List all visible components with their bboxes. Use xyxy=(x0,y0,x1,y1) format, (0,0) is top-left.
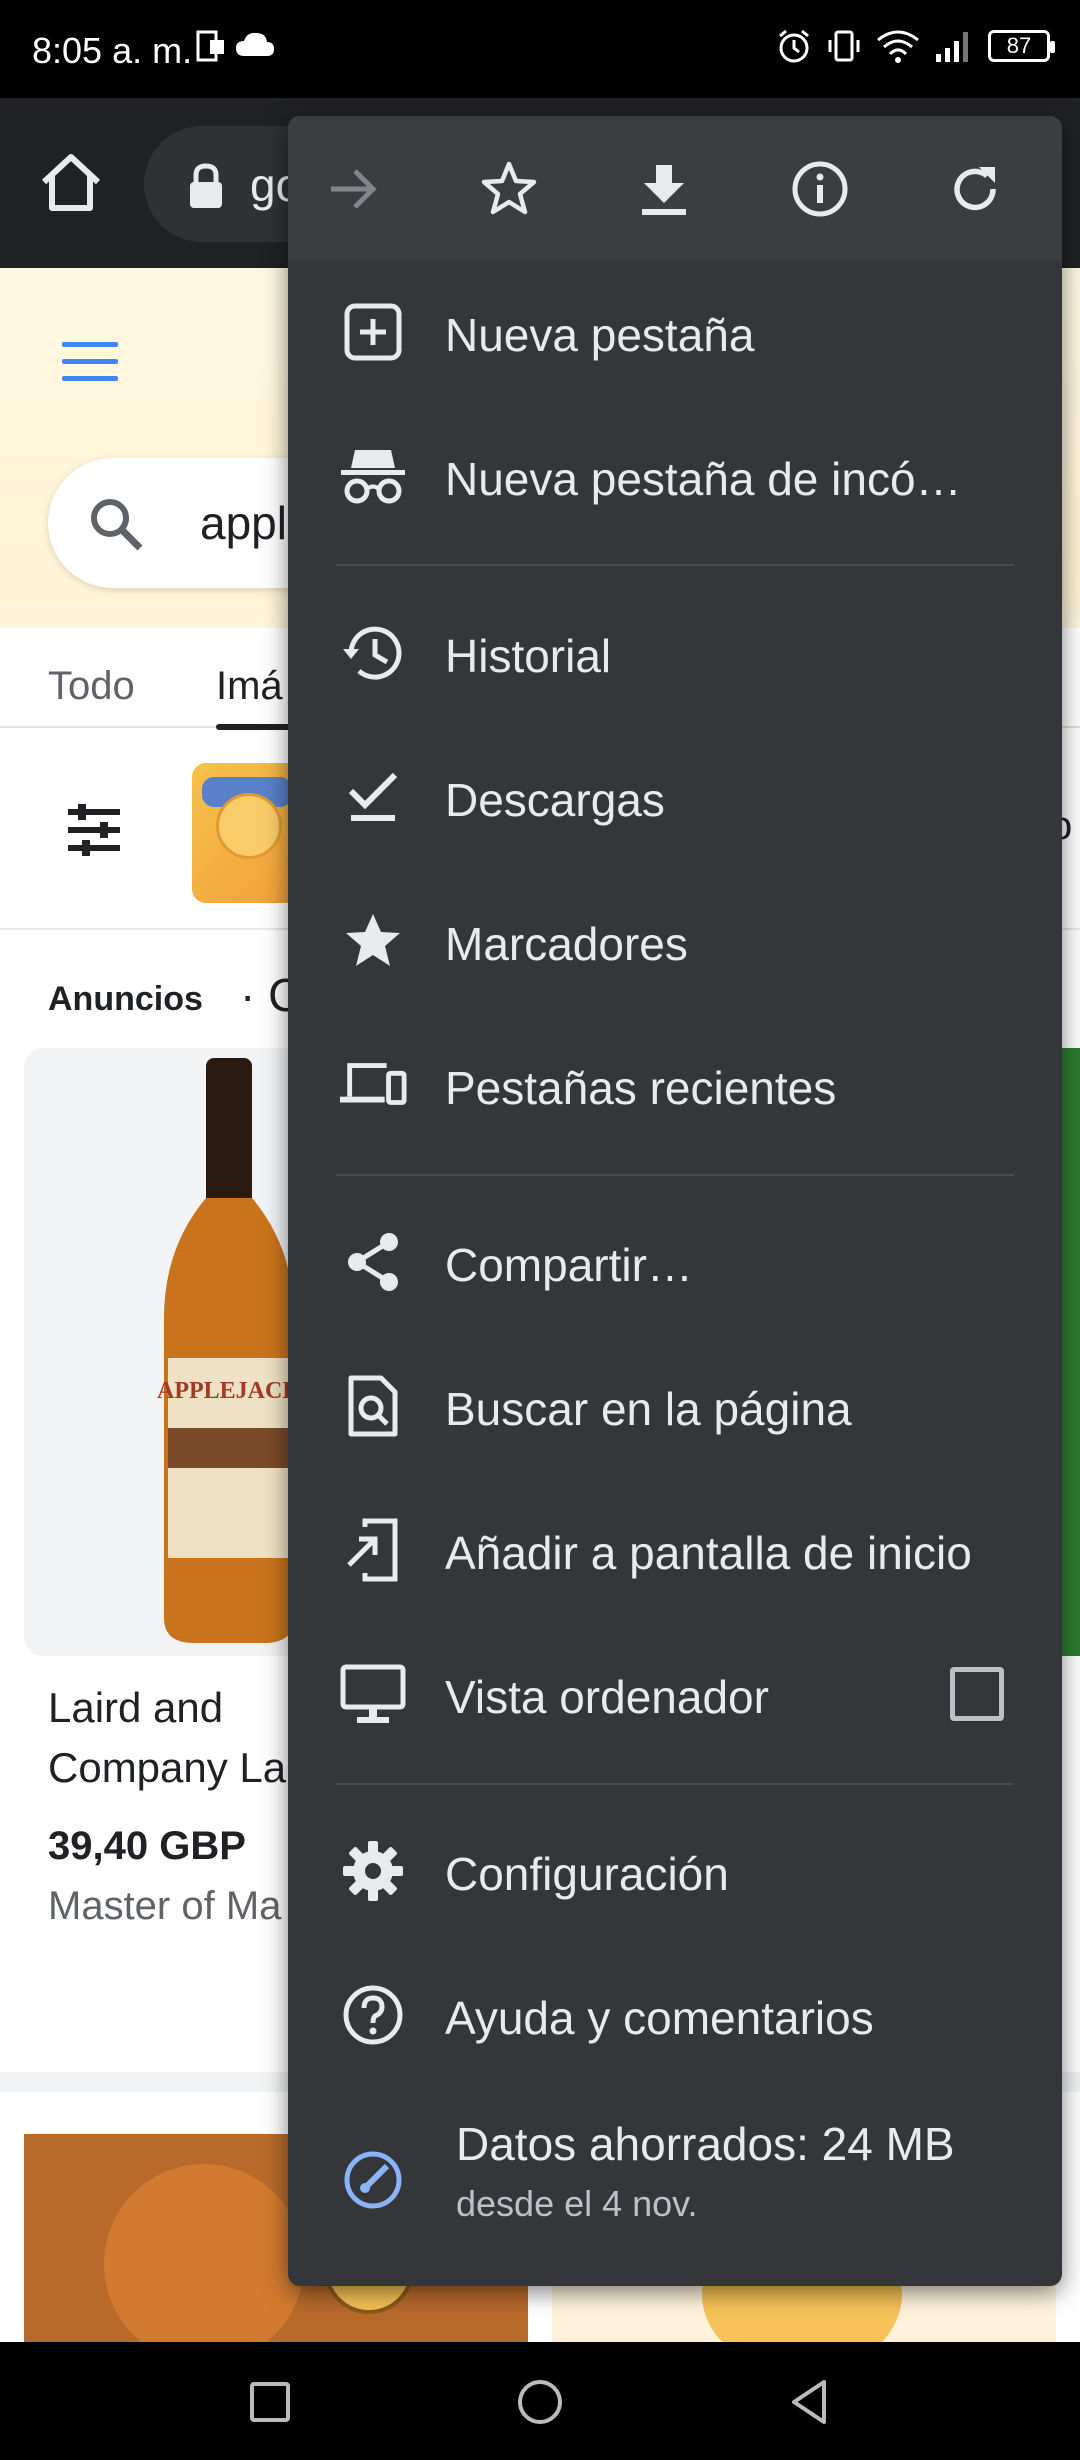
product-name[interactable]: Laird and Company La xyxy=(48,1678,328,1798)
bookmarks-icon xyxy=(338,906,408,976)
bottle-image: APPLEJACK xyxy=(157,1058,301,1643)
add-to-home-icon xyxy=(338,1515,408,1585)
search-icon xyxy=(91,499,143,551)
overflow-menu: Nueva pestaña Nueva pestaña de incó… His… xyxy=(288,116,1062,2286)
search-query-text: appl xyxy=(200,497,287,549)
menu-item-label: Pestañas recientes xyxy=(445,1062,837,1114)
menu-divider xyxy=(336,1783,1014,1785)
product-store: Master of Ma xyxy=(48,1884,282,1928)
page-info-button[interactable] xyxy=(785,154,855,224)
menu-item-data-saver[interactable]: Datos ahorrados: 24 MB desde el 4 nov. xyxy=(288,2087,1062,2257)
menu-divider xyxy=(336,1174,1014,1176)
wifi-icon xyxy=(877,30,919,63)
ads-label: Anuncios xyxy=(48,980,203,1018)
download-icon xyxy=(642,165,686,215)
tab-images[interactable]: Imá xyxy=(216,664,283,709)
menu-item-settings[interactable]: Configuración xyxy=(288,1799,1062,1943)
menu-item-label: Configuración xyxy=(445,1848,729,1900)
new-tab-icon xyxy=(338,297,408,367)
settings-icon xyxy=(338,1836,408,1906)
lock-icon xyxy=(190,163,222,208)
cloud-icon xyxy=(236,32,274,56)
menu-hamburger-icon[interactable] xyxy=(62,342,118,386)
product-image-card[interactable]: APPLEJACK xyxy=(24,1048,304,1656)
menu-item-new-tab[interactable]: Nueva pestaña xyxy=(288,260,1062,404)
menu-item-desktop-site[interactable]: Vista ordenador xyxy=(288,1622,1062,1766)
menu-item-bookmarks[interactable]: Marcadores xyxy=(288,869,1062,1013)
info-icon xyxy=(792,161,848,217)
menu-item-label: Nueva pestaña xyxy=(445,309,755,361)
help-icon xyxy=(338,1980,408,2050)
downloads-icon xyxy=(338,762,408,832)
menu-item-label: Vista ordenador xyxy=(445,1671,769,1723)
menu-action-row xyxy=(288,116,1062,260)
menu-item-help[interactable]: Ayuda y comentarios xyxy=(288,1943,1062,2087)
speedometer-icon xyxy=(338,2145,408,2215)
share-icon xyxy=(338,1227,408,1297)
status-time: 8:05 a. m. xyxy=(32,30,193,71)
back-icon[interactable] xyxy=(780,2372,840,2432)
home-nav-icon[interactable] xyxy=(510,2372,570,2432)
menu-item-label: Compartir… xyxy=(445,1239,693,1291)
battery-indicator: 87 xyxy=(988,30,1055,62)
status-right-icons: 87 xyxy=(776,28,1055,64)
menu-item-recent-tabs[interactable]: Pestañas recientes xyxy=(288,1013,1062,1157)
menu-item-label: Nueva pestaña de incó… xyxy=(445,453,962,505)
menu-item-label: Historial xyxy=(445,630,612,682)
menu-item-label: Descargas xyxy=(445,774,665,826)
next-product-card[interactable] xyxy=(1060,1048,1080,1656)
tab-all[interactable]: Todo xyxy=(48,664,135,709)
alarm-icon xyxy=(779,29,809,63)
status-bar: 8:05 a. m. 87 xyxy=(0,0,1080,98)
svg-text:APPLEJACK: APPLEJACK xyxy=(157,1378,301,1404)
menu-item-add-to-home[interactable]: Añadir a pantalla de inicio xyxy=(288,1478,1062,1622)
system-navigation-bar xyxy=(0,2342,1080,2460)
menu-item-incognito[interactable]: Nueva pestaña de incó… xyxy=(288,404,1062,548)
screenshot-notification-icon xyxy=(196,30,224,62)
history-icon xyxy=(338,618,408,688)
recents-icon[interactable] xyxy=(240,2372,300,2432)
menu-item-label: Buscar en la página xyxy=(445,1383,852,1435)
star-icon xyxy=(481,161,537,215)
bookmark-button[interactable] xyxy=(474,154,544,224)
vibrate-icon xyxy=(828,30,860,62)
desktop-icon xyxy=(338,1659,408,1729)
menu-item-history[interactable]: Historial xyxy=(288,581,1062,725)
refresh-button[interactable] xyxy=(940,154,1010,224)
menu-item-share[interactable]: Compartir… xyxy=(288,1190,1062,1334)
menu-divider xyxy=(336,564,1014,566)
forward-icon xyxy=(331,169,377,209)
menu-item-label: Añadir a pantalla de inicio xyxy=(445,1527,972,1579)
menu-item-label: Ayuda y comentarios xyxy=(445,1992,874,2044)
download-page-button[interactable] xyxy=(629,154,699,224)
menu-item-find-in-page[interactable]: Buscar en la página xyxy=(288,1334,1062,1478)
home-icon xyxy=(41,154,101,211)
find-in-page-icon xyxy=(338,1371,408,1441)
menu-item-downloads[interactable]: Descargas xyxy=(288,725,1062,869)
incognito-icon xyxy=(338,441,408,511)
signal-icon xyxy=(936,32,968,62)
home-button[interactable] xyxy=(36,148,106,218)
product-price: 39,40 GBP xyxy=(48,1824,246,1868)
refresh-icon xyxy=(954,167,996,211)
notification-icons xyxy=(196,30,276,64)
forward-button[interactable] xyxy=(318,154,388,224)
data-saved-amount: Datos ahorrados: 24 MB xyxy=(456,2118,955,2170)
data-saved-since: desde el 4 nov. xyxy=(456,2183,698,2224)
desktop-site-checkbox[interactable] xyxy=(950,1667,1004,1721)
menu-item-label: Marcadores xyxy=(445,918,688,970)
related-image-chip[interactable] xyxy=(192,763,302,903)
tune-icon xyxy=(68,804,120,856)
devices-icon xyxy=(338,1050,408,1120)
